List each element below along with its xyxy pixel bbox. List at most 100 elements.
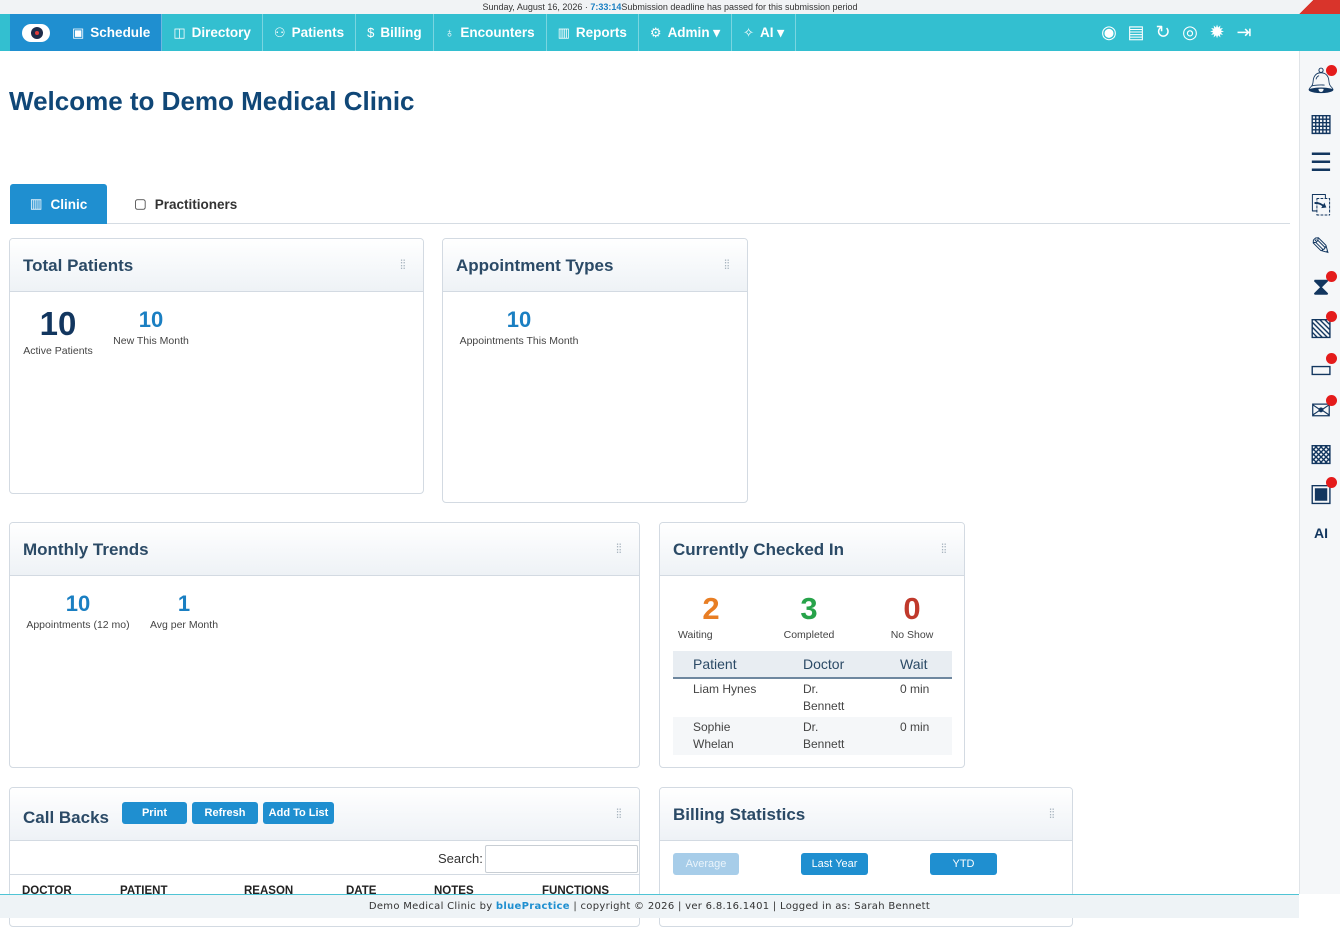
footer-prefix: Demo Medical Clinic by — [368, 901, 496, 912]
column-header[interactable]: Doctor — [783, 651, 880, 679]
book-icon: ◫ — [173, 24, 186, 40]
nav-label: Directory — [191, 25, 251, 40]
document-icon[interactable]: ▤ — [1125, 22, 1147, 43]
nav-label: AI ▾ — [760, 24, 785, 40]
call-backs-table: DOCTOR PATIENT REASON DATE NOTES FUNCTIO… — [10, 874, 639, 897]
checked-in-panel: Currently Checked In ⁞⁞ 2 Waiting 3 Compl… — [659, 522, 965, 768]
stat-value: 10 — [39, 305, 77, 342]
notification-dot — [1326, 395, 1337, 406]
notification-dot — [1326, 65, 1337, 76]
nav-label: Reports — [575, 25, 627, 40]
tab-label: Clinic — [50, 196, 88, 212]
app-logo[interactable] — [10, 14, 61, 51]
stat-label: New This Month — [113, 335, 189, 347]
appointments-stat: 10 Appointments This Month — [456, 307, 582, 347]
sparkle-icon: ✧ — [743, 24, 754, 40]
stat-label: Waiting — [678, 629, 713, 641]
nav-label: Encounters — [460, 25, 535, 40]
apps-grid-icon[interactable]: ▩ — [1305, 437, 1337, 469]
stat-label: Completed — [783, 629, 835, 641]
stat-value: 10 — [506, 307, 532, 332]
nav-directory[interactable]: ◫ Directory — [162, 14, 263, 51]
logo-icon — [21, 23, 50, 42]
list-icon[interactable]: ☰ — [1305, 147, 1337, 179]
mail-icon[interactable]: ✉ — [1305, 395, 1337, 427]
monthly-trends-panel: Monthly Trends ⁞⁞ 10 Appointments (12 mo)… — [9, 522, 640, 768]
drag-handle-icon[interactable]: ⁞⁞ — [724, 257, 730, 272]
signature-icon[interactable]: ✎ — [1305, 231, 1337, 263]
active-patients-stat: 10 Active Patients — [23, 305, 93, 357]
nav-patients[interactable]: ⚇ Patients — [263, 14, 357, 51]
notification-dot — [1326, 271, 1337, 282]
wait-cell: 0 min — [880, 717, 952, 755]
status-strip: Sunday, August 16, 2026 · 7:33:14Submiss… — [0, 0, 1340, 14]
dashboard-tabs: ▥ Clinic ▢ Practitioners — [10, 184, 1290, 224]
ytd-button[interactable]: YTD — [930, 853, 997, 875]
nav-reports[interactable]: ▥ Reports — [547, 14, 639, 51]
brand-link[interactable]: bluePractice — [496, 901, 570, 912]
column-header[interactable]: Wait — [880, 651, 952, 679]
patient-cell: Sophie Whelan — [673, 717, 783, 755]
dollar-icon: $ — [367, 25, 375, 40]
nav-billing[interactable]: $ Billing — [356, 14, 434, 51]
nav-schedule[interactable]: ▣ Schedule — [61, 14, 163, 51]
building-icon: ▥ — [29, 196, 43, 211]
panel-title: Billing Statistics — [673, 805, 806, 824]
clipboard-icon[interactable]: ⎘ — [1305, 189, 1337, 221]
nav-admin[interactable]: ⚙ Admin ▾ — [639, 14, 733, 51]
avg-per-month-stat: 1 Avg per Month — [148, 591, 220, 631]
drag-handle-icon[interactable]: ⁞⁞ — [1049, 806, 1055, 821]
bp-logo-icon[interactable]: ◉ — [1098, 22, 1120, 43]
notification-dot — [1326, 477, 1337, 488]
column-header[interactable]: Patient — [673, 651, 783, 679]
drag-handle-icon[interactable]: ⁞⁞ — [941, 541, 947, 556]
fax-icon[interactable]: ▧ — [1305, 311, 1337, 343]
stat-value: 3 — [800, 591, 818, 626]
nav-encounters[interactable]: ♁ Encounters — [434, 14, 547, 51]
refresh-button[interactable]: Refresh — [192, 802, 258, 824]
drag-handle-icon[interactable]: ⁞⁞ — [616, 806, 622, 821]
settings-icon[interactable]: ✹ — [1206, 22, 1228, 43]
bar-chart-icon: ▥ — [557, 24, 570, 40]
search-label: Search: — [438, 851, 483, 866]
search-input[interactable] — [485, 845, 638, 873]
refresh-icon[interactable]: ↻ — [1152, 22, 1174, 43]
doctor-cell: Dr. Bennett — [803, 682, 845, 713]
calendar-clock-icon[interactable]: ▦ — [1305, 107, 1337, 139]
hourglass-icon[interactable]: ⧗ — [1305, 271, 1337, 303]
stat-value: 10 — [138, 307, 164, 332]
wait-cell: 0 min — [900, 682, 930, 696]
qr-code-icon[interactable]: ▣ — [1305, 477, 1337, 509]
session-timer: 7:33:14 — [590, 2, 622, 12]
tab-practitioners[interactable]: ▢ Practitioners — [134, 184, 237, 224]
nav-label: Patients — [291, 25, 345, 40]
average-button[interactable]: Average — [673, 853, 739, 875]
badge-icon: ▢ — [134, 196, 147, 211]
bell-icon[interactable]: 🔔︎ — [1305, 65, 1337, 97]
last-year-button[interactable]: Last Year — [801, 853, 868, 875]
footer-info: | copyright © 2026 | ver 6.8.16.1401 | L… — [569, 901, 931, 912]
print-button[interactable]: Print — [122, 802, 187, 824]
add-to-list-button[interactable]: Add To List — [263, 802, 334, 824]
checked-in-table: Patient Doctor Wait Liam Hynes Dr. Benne… — [673, 651, 952, 755]
tab-label: Practitioners — [154, 196, 238, 212]
page-title: Welcome to Demo Medical Clinic — [9, 86, 415, 116]
logout-icon[interactable]: ⇥ — [1233, 22, 1255, 43]
tab-clinic[interactable]: ▥ Clinic — [10, 184, 107, 224]
nav-ai[interactable]: ✧ AI ▾ — [732, 14, 797, 51]
drag-handle-icon[interactable]: ⁞⁞ — [616, 541, 622, 556]
notification-dot — [1326, 311, 1337, 322]
stat-label: Appointments This Month — [459, 335, 579, 347]
message-icon[interactable]: ▭ — [1305, 353, 1337, 385]
eye-icon[interactable]: ◎ — [1179, 22, 1201, 43]
ai-badge-icon[interactable]: AI — [1305, 517, 1337, 549]
drag-handle-icon[interactable]: ⁞⁞ — [400, 257, 406, 272]
main-navbar: ▣ Schedule ◫ Directory ⚇ Patients $ Billing … — [0, 14, 1340, 51]
table-row[interactable]: Sophie Whelan Dr. Bennett 0 min — [673, 717, 952, 755]
table-row[interactable]: Liam Hynes Dr. Bennett 0 min — [673, 678, 952, 717]
gear-icon: ⚙ — [649, 24, 662, 40]
stat-label: No Show — [890, 629, 934, 641]
appointment-types-panel: Appointment Types ⁞⁞ 10 Appointments This… — [442, 238, 748, 503]
nav-label: Billing — [380, 25, 422, 40]
calendar-icon: ▣ — [72, 24, 85, 40]
